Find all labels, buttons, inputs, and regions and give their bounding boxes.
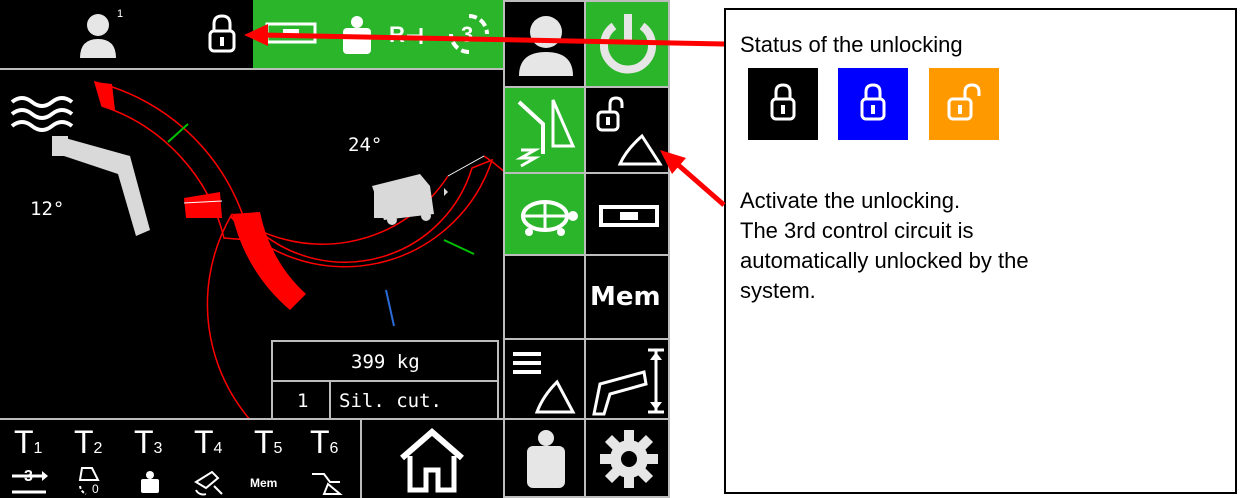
arrow-to-unlock-button bbox=[674, 161, 726, 207]
arrow-to-status bbox=[261, 32, 725, 47]
callout-arrows bbox=[244, 24, 726, 207]
arrow-to-status-head bbox=[244, 24, 268, 46]
